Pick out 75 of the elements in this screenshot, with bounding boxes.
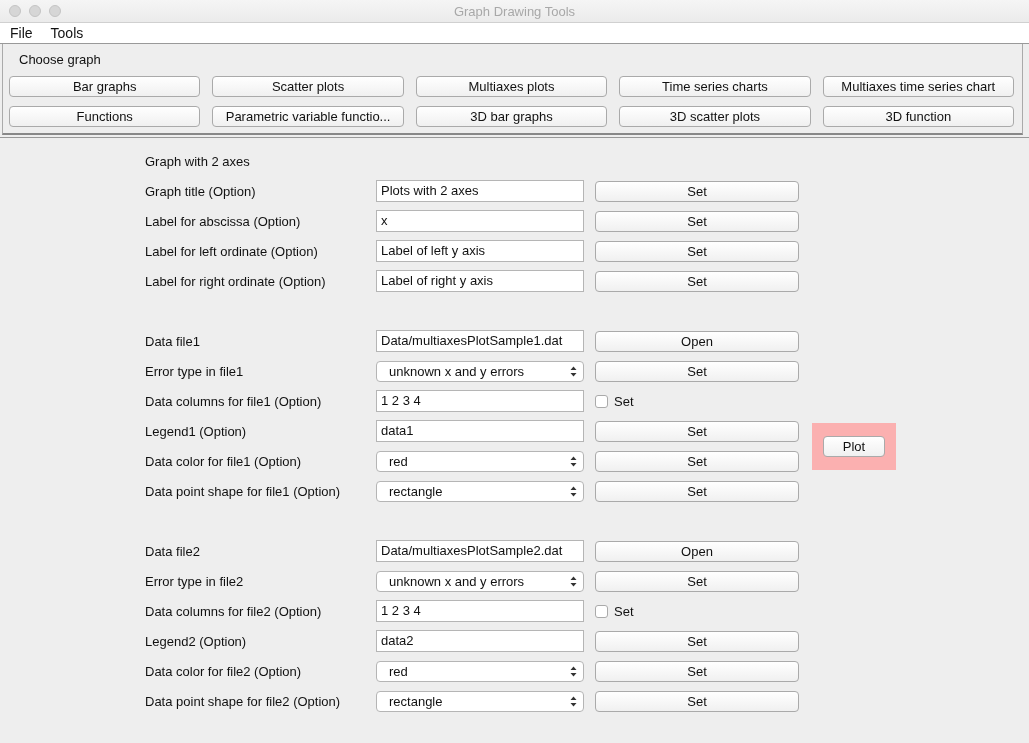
- graph-type-button[interactable]: Functions: [9, 106, 201, 127]
- input-field[interactable]: Label of left y axis: [376, 240, 584, 262]
- dropdown[interactable]: red: [376, 660, 584, 682]
- field-label: Label for right ordinate (Option): [145, 273, 327, 289]
- section-heading: Graph with 2 axes: [145, 153, 251, 169]
- field-label: Error type in file2: [145, 573, 245, 589]
- field-label: Legend2 (Option): [145, 633, 248, 649]
- graph-type-button[interactable]: 3D scatter plots: [619, 106, 811, 127]
- window-title: Graph Drawing Tools: [453, 3, 576, 19]
- input-field[interactable]: data1: [376, 420, 584, 442]
- field-label: Data color for file2 (Option): [145, 663, 303, 679]
- input-field[interactable]: data2: [376, 630, 584, 652]
- field-label: Data columns for file1 (Option): [145, 393, 323, 409]
- minimize-button[interactable]: [29, 5, 41, 17]
- updown-arrows-icon: [570, 455, 577, 467]
- field-label: Graph title (Option): [145, 183, 257, 199]
- action-button[interactable]: Set: [595, 180, 799, 202]
- field-label: Data color for file1 (Option): [145, 453, 303, 469]
- updown-arrows-icon: [570, 575, 577, 587]
- field-label: Label for abscissa (Option): [145, 213, 302, 229]
- action-button[interactable]: Set: [595, 240, 799, 262]
- graph-type-button[interactable]: 3D bar graphs: [415, 106, 608, 127]
- field-label: Label for left ordinate (Option): [145, 243, 319, 259]
- input-field[interactable]: x: [376, 210, 584, 232]
- menu-item[interactable]: File: [10, 25, 33, 41]
- plot-button[interactable]: Plot: [823, 435, 885, 457]
- updown-arrows-icon: [570, 365, 577, 377]
- field-label: Data file1: [145, 333, 201, 349]
- field-label: Data file2: [145, 543, 201, 559]
- graph-type-button[interactable]: Parametric variable functio...: [212, 106, 404, 127]
- field-label: Data point shape for file1 (Option): [145, 483, 342, 499]
- checkbox[interactable]: [595, 394, 608, 408]
- updown-arrows-icon: [570, 485, 577, 497]
- input-field[interactable]: 1 2 3 4: [376, 600, 584, 622]
- panel-title: Choose graph: [18, 52, 102, 69]
- close-button[interactable]: [9, 5, 21, 17]
- checkbox[interactable]: [595, 604, 608, 618]
- dropdown[interactable]: rectangle: [376, 690, 584, 712]
- action-button[interactable]: Open: [595, 330, 799, 352]
- input-field[interactable]: Data/multiaxesPlotSample2.dat: [376, 540, 584, 562]
- zoom-button[interactable]: [49, 5, 61, 17]
- updown-arrows-icon: [570, 695, 577, 707]
- action-button[interactable]: Set: [595, 570, 799, 592]
- action-button[interactable]: Set: [595, 450, 799, 472]
- dropdown[interactable]: rectangle: [376, 480, 584, 502]
- action-button[interactable]: Set: [595, 360, 799, 382]
- graph-type-button[interactable]: Bar graphs: [9, 76, 201, 97]
- action-button[interactable]: Set: [595, 420, 799, 442]
- checkbox-label[interactable]: Set: [614, 393, 634, 409]
- action-button[interactable]: Set: [595, 210, 799, 232]
- graph-type-button[interactable]: Multiaxes plots: [415, 76, 608, 97]
- field-label: Error type in file1: [145, 363, 245, 379]
- graph-type-button[interactable]: Multiaxes time series chart: [822, 76, 1014, 97]
- input-field[interactable]: Plots with 2 axes: [376, 180, 584, 202]
- dropdown[interactable]: red: [376, 450, 584, 472]
- field-label: Data columns for file2 (Option): [145, 603, 323, 619]
- updown-arrows-icon: [570, 665, 577, 677]
- input-field[interactable]: 1 2 3 4: [376, 390, 584, 412]
- action-button[interactable]: Open: [595, 540, 799, 562]
- action-button[interactable]: Set: [595, 630, 799, 652]
- action-button[interactable]: Set: [595, 690, 799, 712]
- action-button[interactable]: Set: [595, 480, 799, 502]
- field-label: Legend1 (Option): [145, 423, 248, 439]
- graph-type-button[interactable]: 3D function: [822, 106, 1014, 127]
- dropdown[interactable]: unknown x and y errors: [376, 570, 584, 592]
- field-label: Data point shape for file2 (Option): [145, 693, 342, 709]
- action-button[interactable]: Set: [595, 270, 799, 292]
- graph-type-button[interactable]: Scatter plots: [212, 76, 404, 97]
- checkbox-label[interactable]: Set: [614, 603, 634, 619]
- input-field[interactable]: Label of right y axis: [376, 270, 584, 292]
- dropdown[interactable]: unknown x and y errors: [376, 360, 584, 382]
- menu-item[interactable]: Tools: [50, 25, 84, 41]
- graph-type-button[interactable]: Time series charts: [619, 76, 811, 97]
- input-field[interactable]: Data/multiaxesPlotSample1.dat: [376, 330, 584, 352]
- action-button[interactable]: Set: [595, 660, 799, 682]
